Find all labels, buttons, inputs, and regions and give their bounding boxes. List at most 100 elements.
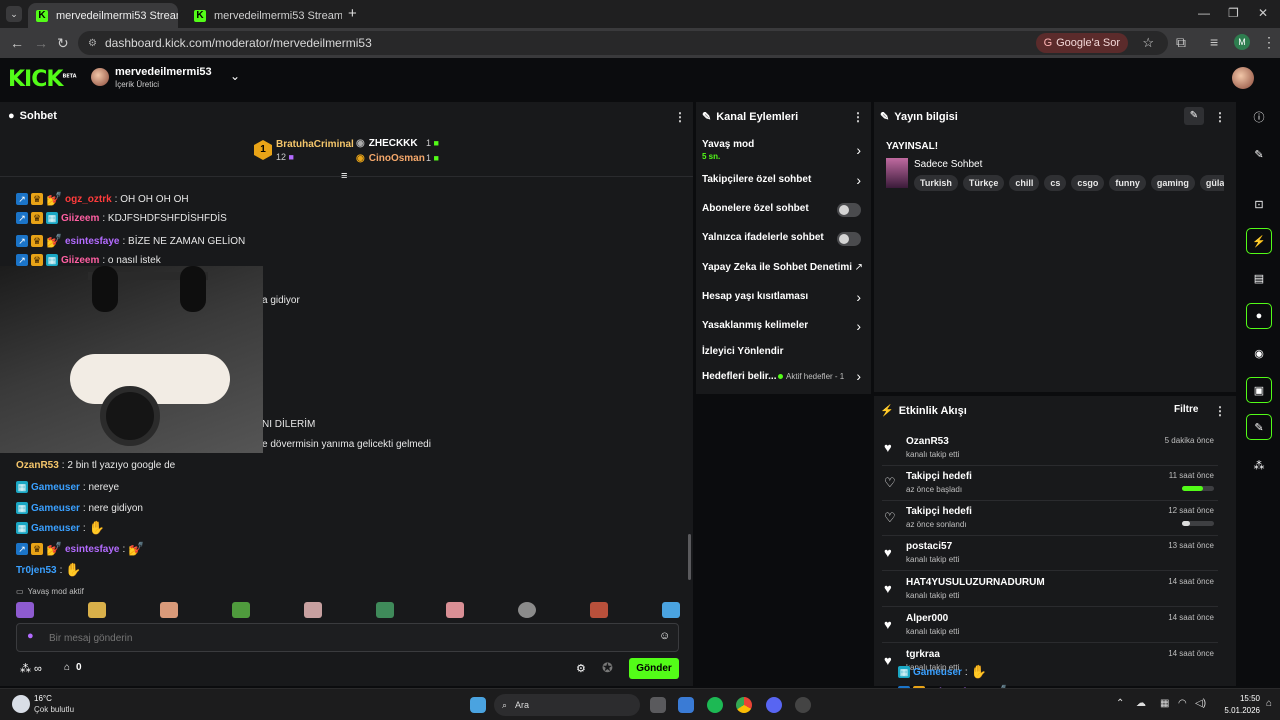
frame-icon[interactable]: ⊡ <box>1246 191 1272 217</box>
edit-icon[interactable]: ✎ <box>1246 141 1272 167</box>
chat-message-partial[interactable]: e dövermisin yanıma gelicekti gelmedi <box>262 439 431 450</box>
wrench-icon[interactable]: ✎ <box>1246 414 1272 440</box>
chevron-right-icon[interactable]: › <box>856 142 861 158</box>
emote-icon[interactable] <box>88 602 106 618</box>
host-viewers-label[interactable]: İzleyici Yönlendir <box>702 346 872 357</box>
chevron-right-icon[interactable]: › <box>856 318 861 334</box>
chat-input-box[interactable]: ● ☺ <box>16 623 679 652</box>
emote-icon[interactable] <box>232 602 250 618</box>
subscribers-only-toggle[interactable] <box>837 203 861 217</box>
chevron-right-icon[interactable]: › <box>856 172 861 188</box>
send-button[interactable]: Gönder <box>629 658 679 679</box>
emote-icon[interactable] <box>376 602 394 618</box>
clock-time[interactable]: 15:50 <box>1220 694 1260 703</box>
tag[interactable]: csgo <box>1071 175 1105 191</box>
reload-icon[interactable]: ↻ <box>57 35 69 52</box>
bookmark-star-icon[interactable]: ☆ <box>1142 35 1154 51</box>
windows-start-icon[interactable] <box>470 697 486 713</box>
chat-menu-icon[interactable]: ⋮ <box>674 110 686 124</box>
browser-tab-2[interactable]: K mervedeilmermi53 Stream - Wa ✕ <box>186 3 342 28</box>
chat-scrollbar[interactable] <box>688 534 691 580</box>
overlay-chat-message[interactable]: ▦ Gameuser: ✋ <box>898 664 987 680</box>
network-icon[interactable]: ▦ <box>1160 698 1169 709</box>
activity-item[interactable]: ♥ OzanR53 kanalı takip etti 5 dakika önce <box>882 432 1218 466</box>
ai-moderation-label[interactable]: Yapay Zeka ile Sohbet Denetimi <box>702 262 872 273</box>
extensions-icon[interactable]: ⧉ <box>1176 34 1186 51</box>
notification-bell-icon[interactable]: ⌂ <box>1266 698 1272 709</box>
emote-icon[interactable] <box>518 602 536 618</box>
info-icon[interactable]: ⓘ <box>1246 104 1272 130</box>
chat-username[interactable]: Gameuser <box>31 503 80 514</box>
filter-button[interactable]: Filtre <box>1174 404 1198 415</box>
discord-icon[interactable] <box>766 697 782 713</box>
mic-icon[interactable]: ● <box>27 630 34 642</box>
stream-category[interactable]: Sadece Sohbet <box>914 159 982 170</box>
maximize-icon[interactable]: ❐ <box>1228 6 1239 20</box>
tag[interactable]: Türkçe <box>962 175 1005 191</box>
tag[interactable]: gaming <box>1150 175 1195 191</box>
chat-username[interactable]: Tr0jen53 <box>16 565 57 576</box>
chat-message[interactable]: ↗ ♛ ▦ Giizeem: o nasıl istek <box>16 254 161 266</box>
banned-words-label[interactable]: Yasaklanmış kelimeler <box>702 320 872 331</box>
chevron-right-icon[interactable]: › <box>856 368 861 384</box>
emote-icon[interactable] <box>590 602 608 618</box>
chat-username[interactable]: Giizeem <box>61 255 99 266</box>
activity-item[interactable]: ♡ Takipçi hedefi az önce sonlandı 12 saat ö… <box>882 502 1218 536</box>
app-icon[interactable] <box>795 697 811 713</box>
collapse-gifters-icon[interactable]: ≡ <box>341 170 347 182</box>
tag[interactable]: Turkish <box>914 175 958 191</box>
chat-message[interactable]: ↗ ♛ ▦ Giizeem: KDJFSHDFSHFDİSHFDİS <box>16 212 227 224</box>
task-view-icon[interactable] <box>650 697 666 713</box>
browser-tab-1[interactable]: K mervedeilmermi53 Stream - Kic ✕ <box>28 3 178 28</box>
minimize-icon[interactable]: — <box>1198 6 1210 20</box>
chat-message[interactable]: ▦ Gameuser: ✋ <box>16 520 105 536</box>
url-field[interactable]: ⚙ dashboard.kick.com/moderator/mervedeil… <box>78 31 1168 55</box>
clock-date[interactable]: 5.01.2026 <box>1212 706 1260 715</box>
chat-message[interactable]: ↗ ♛ 💅 esintesfaye: 💅 <box>16 541 144 557</box>
volume-icon[interactable]: ◁) <box>1195 698 1206 709</box>
chat-username[interactable]: esintesfaye <box>65 544 119 555</box>
goals-label[interactable]: Hedefleri belir... <box>702 371 780 382</box>
emote-icon[interactable] <box>662 602 680 618</box>
chrome-icon[interactable] <box>736 697 752 713</box>
chat-username[interactable]: ogz_oztrk <box>65 194 112 205</box>
profile-avatar[interactable]: M <box>1234 34 1250 50</box>
chat-message-partial[interactable]: a gidiyor <box>262 295 300 306</box>
account-age-label[interactable]: Hesap yaşı kısıtlaması <box>702 291 872 302</box>
activity-item[interactable]: ♡ Takipçi hedefi az önce başladı 11 saat ön… <box>882 467 1218 501</box>
activity-menu-icon[interactable]: ⋮ <box>1214 404 1226 418</box>
gifter-row-2[interactable]: ◉ ZHECKKK <box>356 138 418 149</box>
user-avatar[interactable] <box>1232 67 1254 89</box>
close-window-icon[interactable]: ✕ <box>1258 6 1268 20</box>
new-tab-button[interactable]: + <box>348 5 357 22</box>
menu-icon[interactable]: ⋮ <box>1262 34 1276 51</box>
emoji-picker-icon[interactable]: ☺ <box>659 630 670 642</box>
activity-item[interactable]: ♥ postaci57 kanalı takip etti 13 saat önce <box>882 537 1218 571</box>
settings-gear-icon[interactable]: ⚙ <box>576 662 586 675</box>
channel-switch-chevron-down-icon[interactable]: ⌄ <box>230 69 240 83</box>
chevron-right-icon[interactable]: › <box>856 289 861 305</box>
kick-logo[interactable]: KICKBETA <box>8 67 77 92</box>
gifter-row-3[interactable]: ◉ CinoOsman <box>356 153 425 164</box>
back-icon[interactable]: ← <box>10 35 24 51</box>
emote-icon[interactable] <box>446 602 464 618</box>
layout-icon[interactable]: ▣ <box>1246 377 1272 403</box>
chat-input[interactable] <box>49 630 629 646</box>
slow-mode-row[interactable]: Yavaş mod <box>702 139 872 150</box>
chat-message-partial[interactable]: NI DİLERİM <box>262 419 315 430</box>
chat-message[interactable]: ▦ Gameuser: nere gidiyon <box>16 502 143 514</box>
external-link-icon[interactable]: ↗ <box>855 262 863 273</box>
emotes-only-toggle[interactable] <box>837 232 861 246</box>
taskbar-search[interactable]: ⌕ Ara <box>494 694 640 716</box>
chat-bubble-icon[interactable]: ● <box>1246 303 1272 329</box>
chat-message[interactable]: ▦ Gameuser: nereye <box>16 481 119 493</box>
chat-message[interactable]: OzanR53: 2 bin tl yazıyo google de <box>16 460 175 471</box>
store-button[interactable]: ⌂ 0 <box>64 662 82 673</box>
tag[interactable]: funny <box>1109 175 1146 191</box>
chat-message[interactable]: Tr0jen53: ✋ <box>16 562 82 578</box>
stream-info-menu-icon[interactable]: ⋮ <box>1214 110 1226 124</box>
weather-temp[interactable]: 16°C <box>34 694 52 703</box>
google-sor-button[interactable]: G Google'a Sor <box>1035 33 1128 53</box>
weather-text[interactable]: Çok bulutlu <box>34 705 74 714</box>
tag[interactable]: chill <box>1009 175 1040 191</box>
